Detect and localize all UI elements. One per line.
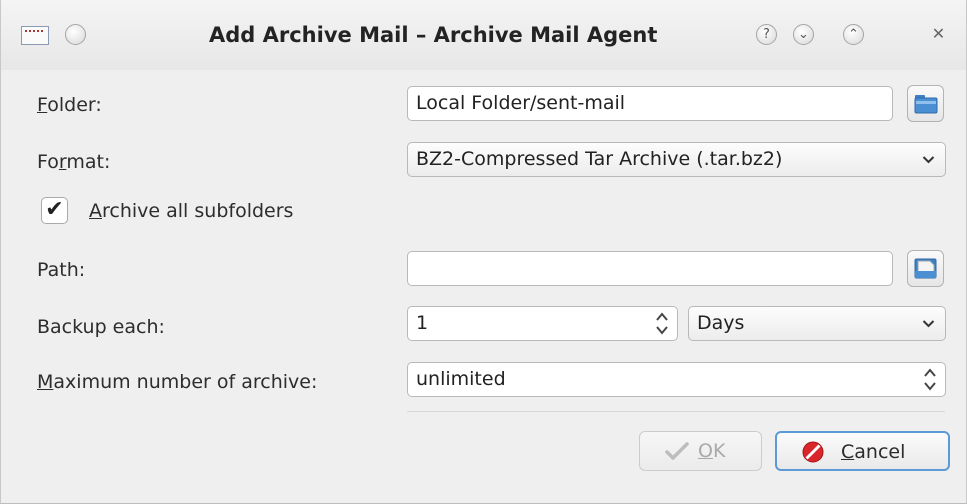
maximum-archives-value: unlimited (416, 368, 506, 390)
spin-arrows-icon[interactable] (923, 366, 937, 393)
checkmark-icon (665, 442, 689, 460)
chevron-down-icon (922, 307, 935, 340)
spin-arrows-icon[interactable] (655, 310, 669, 337)
path-label: Path: (37, 259, 86, 281)
help-icon: ? (763, 27, 770, 42)
window-title: Add Archive Mail – Archive Mail Agent (209, 23, 658, 47)
backup-each-value: 1 (416, 312, 429, 334)
folder-field[interactable]: Local Folder/sent-mail (407, 86, 893, 121)
ok-button[interactable]: OK (639, 431, 762, 471)
backup-each-spinbox[interactable]: 1 (407, 306, 678, 341)
title-bar[interactable]: Add Archive Mail – Archive Mail Agent ? … (1, 0, 966, 70)
archive-subfolders-checkbox[interactable]: ✔ (41, 197, 68, 224)
folder-label: Folder: (37, 94, 102, 116)
folder-browse-button[interactable] (907, 85, 944, 122)
format-select[interactable]: BZ2-Compressed Tar Archive (.tar.bz2) (407, 142, 946, 177)
mail-envelope-icon[interactable] (21, 26, 49, 45)
format-value: BZ2-Compressed Tar Archive (.tar.bz2) (416, 148, 783, 170)
format-label: Format: (37, 151, 111, 173)
backup-unit-value: Days (697, 312, 745, 334)
close-button[interactable]: ✕ (928, 24, 949, 45)
dialog-window: Add Archive Mail – Archive Mail Agent ? … (0, 0, 967, 504)
button-divider (407, 411, 945, 412)
maximum-archives-spinbox[interactable]: unlimited (407, 362, 946, 397)
chevron-down-icon (922, 143, 935, 176)
cancel-button[interactable]: Cancel (775, 431, 950, 471)
backup-unit-select[interactable]: Days (688, 306, 946, 341)
folder-icon (914, 95, 938, 114)
ok-label: OK (698, 440, 726, 462)
minimize-button[interactable]: ⌄ (793, 24, 814, 45)
document-icon (914, 258, 937, 279)
close-icon: ✕ (931, 24, 946, 43)
window-menu-button[interactable] (65, 24, 86, 45)
help-button[interactable]: ? (756, 24, 777, 45)
archive-subfolders-label[interactable]: Archive all subfolders (89, 200, 293, 222)
cancel-label: Cancel (841, 441, 906, 463)
chevron-down-icon: ⌄ (798, 27, 809, 42)
chevron-up-icon: ⌃ (848, 27, 859, 42)
cancel-icon (802, 441, 824, 463)
maximize-button[interactable]: ⌃ (843, 24, 864, 45)
path-field[interactable] (407, 251, 893, 286)
backup-each-label: Backup each: (37, 316, 165, 338)
path-browse-button[interactable] (907, 250, 944, 287)
maximum-archives-label: Maximum number of archive: (37, 371, 318, 393)
